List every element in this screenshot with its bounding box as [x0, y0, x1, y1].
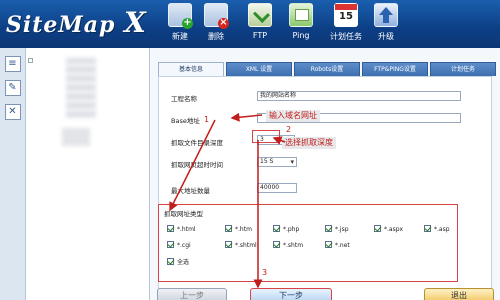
checkbox-select-all[interactable]: 全选	[167, 257, 189, 266]
ping-button[interactable]: Ping	[281, 3, 321, 45]
checkbox-html[interactable]: *.html	[167, 225, 196, 233]
file-type-title: 抓取网址类型	[164, 210, 203, 218]
schedule-label: 计划任务	[330, 32, 362, 41]
next-button[interactable]: 下一步	[250, 288, 332, 300]
upgrade-icon	[374, 3, 398, 27]
checkbox-htm[interactable]: *.htm	[225, 225, 252, 233]
blurred-tree-item	[62, 128, 90, 146]
depth-label: 抓取文件目录深度	[171, 139, 223, 147]
edit-icon[interactable]: ✎	[4, 80, 21, 96]
tree-expander[interactable]	[28, 58, 33, 63]
new-button[interactable]: 新建	[160, 3, 200, 45]
checkbox-shtml[interactable]: *.shtml	[225, 241, 257, 249]
annotation-domain: 输入域名网址	[266, 110, 320, 122]
file-type-group: 抓取网址类型 *.html *.htm *.php *.jsp *.aspx *…	[158, 204, 458, 282]
document-icon[interactable]: ≡	[4, 56, 21, 72]
project-tree[interactable]	[26, 48, 150, 300]
app-logo: SiteMap X	[6, 6, 147, 39]
delete-button[interactable]: 删除	[196, 3, 236, 45]
checkbox-php[interactable]: *.php	[273, 225, 299, 233]
delete-label: 删除	[208, 32, 224, 41]
new-icon	[168, 3, 193, 29]
annotation-depth: 选择抓取深度	[282, 137, 336, 149]
tab-robots-settings[interactable]: Robots设置	[294, 62, 360, 76]
annotation-step-1: 1	[204, 115, 210, 124]
checkbox-asp[interactable]: *.asp	[424, 225, 450, 233]
schedule-button[interactable]: 15 计划任务	[326, 3, 366, 45]
upgrade-label: 升级	[378, 32, 394, 41]
project-name-input[interactable]: 我的网站名称	[257, 91, 461, 101]
max-urls-label: 最大地址数量	[171, 187, 210, 195]
tab-ftp-ping-settings[interactable]: FTP&PING设置	[362, 62, 428, 76]
delete-icon	[204, 3, 229, 29]
checkbox-shtm[interactable]: *.shtm	[273, 241, 303, 249]
calendar-icon: 15	[334, 3, 358, 27]
checkbox-cgi[interactable]: *.cgi	[167, 241, 191, 249]
ftp-label: FTP	[252, 31, 268, 40]
upgrade-button[interactable]: 升级	[366, 3, 406, 45]
base-url-label: Base地址	[171, 117, 200, 125]
checkbox-net[interactable]: *.net	[325, 241, 350, 249]
checkbox-aspx[interactable]: *.aspx	[374, 225, 403, 233]
top-toolbar: SiteMap X 新建 删除 FTP Ping 15 计划任务 升级	[0, 0, 500, 48]
max-urls-input[interactable]: 40000	[257, 183, 297, 193]
ftp-button[interactable]: FTP	[240, 3, 280, 45]
annotation-step-3: 3	[262, 268, 268, 277]
tab-schedule[interactable]: 计划任务	[430, 62, 496, 76]
remove-icon[interactable]: ✕	[4, 104, 21, 120]
timeout-label: 抓取网页超时时间	[171, 161, 223, 169]
left-tool-strip: ≡ ✎ ✕	[0, 48, 26, 300]
ping-icon	[289, 3, 313, 27]
prev-button[interactable]: 上一步	[157, 288, 227, 300]
ftp-icon	[248, 3, 272, 27]
tab-basic-info[interactable]: 基本信息	[158, 62, 224, 76]
project-name-label: 工程名称	[171, 95, 197, 103]
tab-xml-settings[interactable]: XML 设置	[226, 62, 292, 76]
annotation-step-2: 2	[286, 125, 292, 134]
ping-label: Ping	[292, 31, 310, 40]
new-label: 新建	[172, 32, 188, 41]
timeout-select[interactable]: 15 S	[257, 157, 297, 167]
blurred-tree-items	[66, 58, 96, 118]
checkbox-jsp[interactable]: *.jsp	[325, 225, 349, 233]
depth-highlight-box	[252, 130, 280, 143]
cancel-button[interactable]: 退出	[424, 288, 494, 300]
